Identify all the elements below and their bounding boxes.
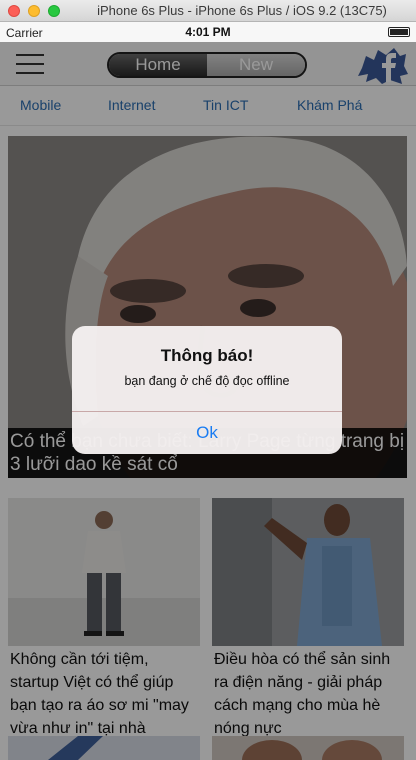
- alert-ok-button[interactable]: Ok: [72, 412, 342, 454]
- battery-icon: [388, 27, 410, 37]
- alert-title: Thông báo!: [160, 346, 254, 365]
- minimize-window-button[interactable]: [28, 5, 40, 17]
- status-time: 4:01 PM: [185, 25, 231, 39]
- simulator-window: iPhone 6s Plus - iPhone 6s Plus / iOS 9.…: [0, 0, 416, 760]
- status-bar: Carrier 4:01 PM: [0, 22, 416, 42]
- offline-alert-dialog: Thông báo! bạn đang ở chế độ đọc offline…: [72, 326, 342, 454]
- alert-message: bạn đang ở chế độ đọc offline: [124, 374, 290, 388]
- zoom-window-button[interactable]: [48, 5, 60, 17]
- close-window-button[interactable]: [8, 5, 20, 17]
- phone-screen: Carrier 4:01 PM Home New Mobile Internet…: [0, 22, 416, 760]
- window-titlebar: iPhone 6s Plus - iPhone 6s Plus / iOS 9.…: [0, 0, 416, 22]
- window-title: iPhone 6s Plus - iPhone 6s Plus / iOS 9.…: [97, 3, 387, 18]
